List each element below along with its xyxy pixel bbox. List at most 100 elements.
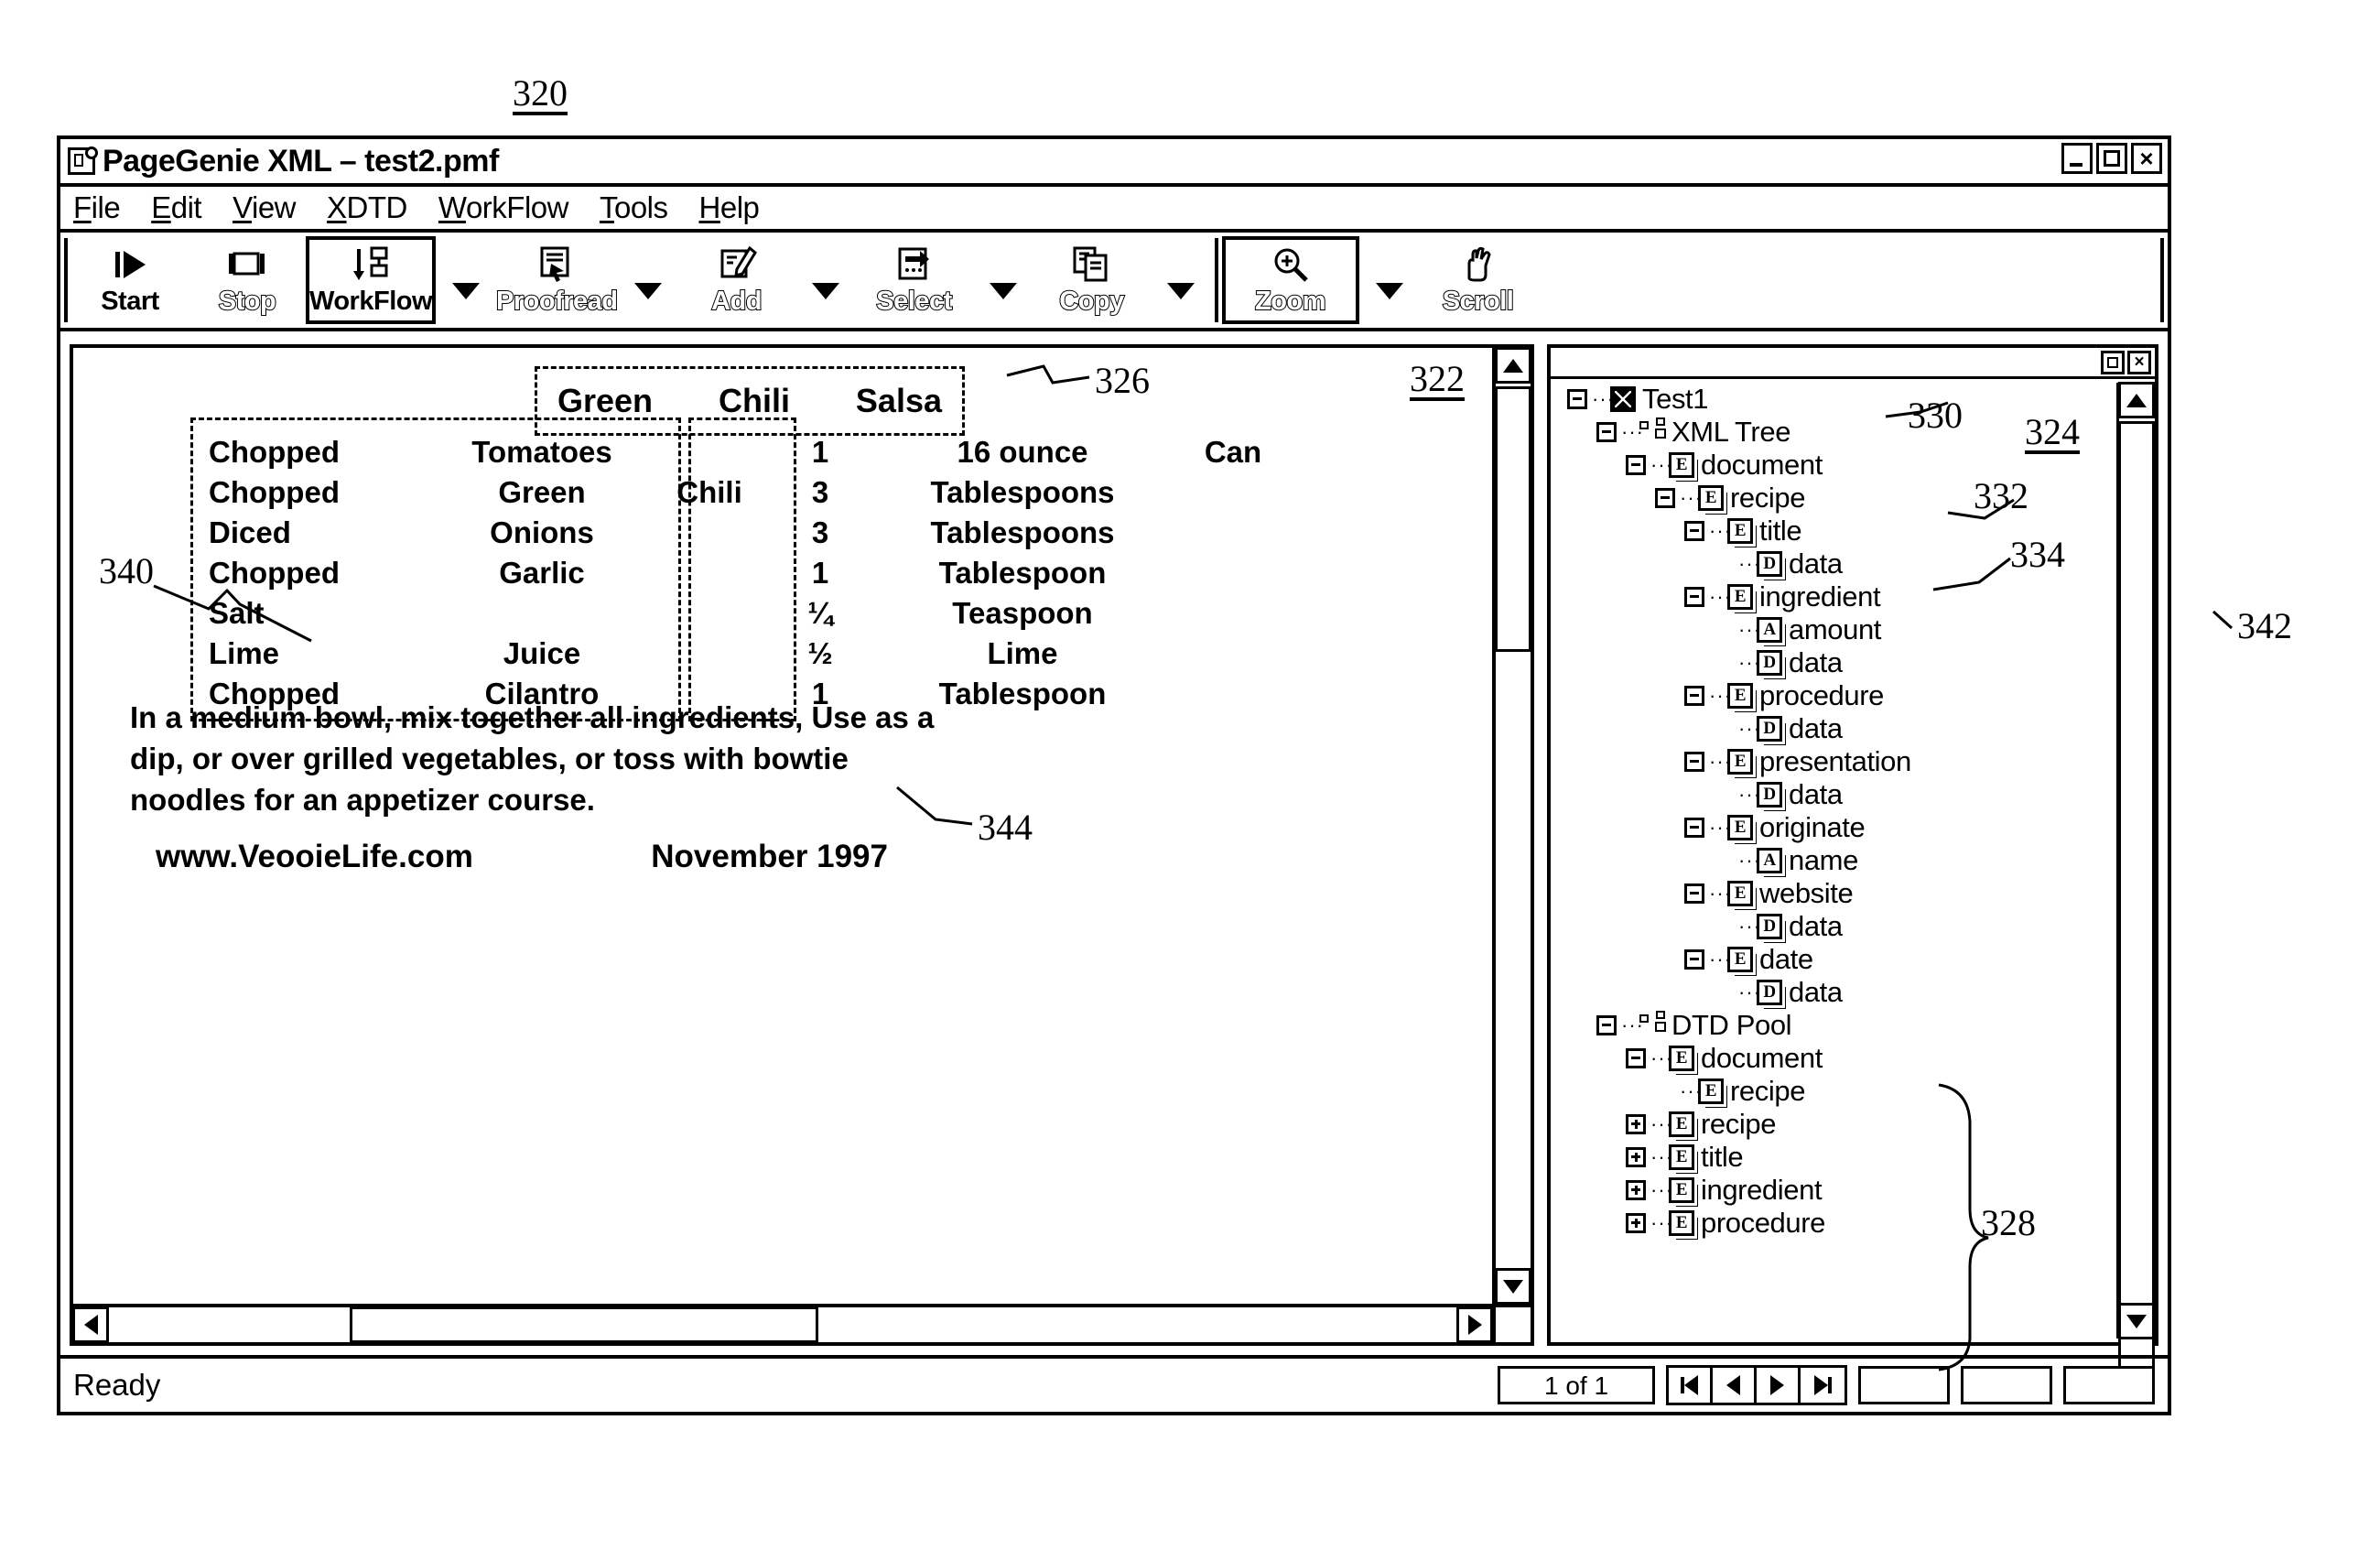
scroll-right-button[interactable] xyxy=(1456,1306,1493,1343)
tree-node[interactable]: ··· Ddata xyxy=(1554,778,2113,811)
tree-node[interactable]: ··· Eoriginate xyxy=(1554,811,2113,844)
tree-dotted-connector: ··· xyxy=(1709,519,1732,542)
collapse-node-button[interactable] xyxy=(1567,389,1587,409)
table-row[interactable]: Diced Onions 3 Tablespoons xyxy=(209,513,1293,553)
element-icon: E xyxy=(1727,815,1753,840)
tree-node[interactable]: ··· Erecipe xyxy=(1554,1075,2113,1108)
collapse-node-button[interactable] xyxy=(1684,686,1704,706)
toolbar-button-select[interactable]: Select xyxy=(856,236,973,324)
close-button[interactable]: × xyxy=(2131,143,2162,174)
table-row[interactable]: Salt ¼ Teaspoon xyxy=(209,593,1293,634)
tree-node[interactable]: ··· Erecipe xyxy=(1554,482,2113,515)
tree-close-button[interactable]: × xyxy=(2127,351,2151,374)
toolbar-button-scroll[interactable]: Scroll xyxy=(1420,236,1537,324)
tree-connector xyxy=(1714,653,1734,673)
chevron-down-icon xyxy=(2126,1314,2147,1328)
menu-item-tools[interactable]: Tools xyxy=(600,190,668,225)
expand-node-button[interactable] xyxy=(1626,1180,1646,1200)
tree-vertical-scroll-thumb[interactable] xyxy=(2118,421,2155,1373)
tree-node[interactable]: ··· Edocument xyxy=(1554,1042,2113,1075)
tree-node[interactable]: ··· Etitle xyxy=(1554,1141,2113,1174)
tree-node[interactable]: ··· Ddata xyxy=(1554,976,2113,1009)
collapse-node-button[interactable] xyxy=(1596,422,1617,442)
ingredient-unit: Lime xyxy=(987,636,1058,670)
toolbar-button-proofread[interactable]: Proofread xyxy=(495,236,619,324)
copy-dropdown-caret[interactable] xyxy=(1166,283,1195,299)
menu-item-view[interactable]: View xyxy=(233,190,296,225)
toolbar-button-add[interactable]: Add xyxy=(678,236,795,324)
scroll-up-button[interactable] xyxy=(1495,347,1531,384)
proofread-dropdown-caret[interactable] xyxy=(633,283,662,299)
minimize-button[interactable] xyxy=(2061,143,2093,174)
collapse-node-button[interactable] xyxy=(1626,1048,1646,1068)
menu-item-workflow[interactable]: WorkFlow xyxy=(438,190,569,225)
expand-node-button[interactable] xyxy=(1626,1114,1646,1134)
collapse-node-button[interactable] xyxy=(1684,587,1704,607)
table-row[interactable]: Chopped Tomatoes 1 16 ounce Can xyxy=(209,432,1293,472)
tree-node[interactable]: ··· Epresentation xyxy=(1554,745,2113,778)
expand-node-button[interactable] xyxy=(1626,1213,1646,1233)
document-vertical-scroll-thumb[interactable] xyxy=(1495,386,1531,652)
expand-node-button[interactable] xyxy=(1626,1147,1646,1167)
tree-node[interactable]: ··· DTD Pool xyxy=(1554,1009,2113,1042)
scroll-left-button[interactable] xyxy=(72,1306,109,1343)
collapse-node-button[interactable] xyxy=(1684,752,1704,772)
tree-node[interactable]: ··· Ddata xyxy=(1554,646,2113,679)
menu-item-edit[interactable]: Edit xyxy=(151,190,201,225)
document-vertical-scrollbar[interactable] xyxy=(1492,347,1531,1305)
tree-scroll-down-button[interactable] xyxy=(2118,1303,2155,1339)
recipe-procedure-text[interactable]: In a medium bowl, mix together all ingre… xyxy=(130,698,936,821)
menu-item-help[interactable]: Help xyxy=(699,190,760,225)
document-horizontal-scrollbar[interactable] xyxy=(72,1304,1493,1343)
zoom-dropdown-caret[interactable] xyxy=(1375,283,1403,299)
next-page-button[interactable] xyxy=(1757,1368,1801,1403)
element-icon: E xyxy=(1727,584,1753,610)
document-horizontal-scroll-thumb[interactable] xyxy=(350,1306,818,1343)
toolbar-button-start[interactable]: Start xyxy=(71,236,189,324)
previous-page-button[interactable] xyxy=(1713,1368,1757,1403)
tree-scroll-up-button[interactable] xyxy=(2118,382,2155,418)
tree-view[interactable]: ··· Test1 ··· XML Tree ··· Edocument ··· Erecip… xyxy=(1554,383,2113,1339)
collapse-node-button[interactable] xyxy=(1626,455,1646,475)
tree-node[interactable]: ··· Edate xyxy=(1554,943,2113,976)
menu-item-file[interactable]: File xyxy=(73,190,121,225)
table-row[interactable]: Chopped Green Chili 3 Tablespoons xyxy=(209,472,1293,513)
table-row[interactable]: Lime Juice ½ Lime xyxy=(209,634,1293,674)
toolbar-label-start: Start xyxy=(101,286,159,316)
tree-node[interactable]: ··· Eingredient xyxy=(1554,580,2113,613)
collapse-node-button[interactable] xyxy=(1684,949,1704,970)
tree-node-label: data xyxy=(1789,712,1843,744)
collapse-node-button[interactable] xyxy=(1684,883,1704,904)
first-page-button[interactable] xyxy=(1669,1368,1713,1403)
last-page-button[interactable] xyxy=(1801,1368,1844,1403)
tree-node[interactable]: ··· Erecipe xyxy=(1554,1108,2113,1141)
collapse-node-button[interactable] xyxy=(1684,521,1704,541)
select-dropdown-caret[interactable] xyxy=(989,283,1017,299)
ingredient-qty: 1 xyxy=(811,435,829,469)
tree-restore-button[interactable] xyxy=(2101,351,2125,374)
tree-vertical-scrollbar[interactable] xyxy=(2116,382,2155,1373)
collapse-node-button[interactable] xyxy=(1655,488,1675,508)
workflow-dropdown-caret[interactable] xyxy=(452,283,481,299)
tree-node[interactable]: ··· Edocument xyxy=(1554,449,2113,482)
maximize-button[interactable] xyxy=(2096,143,2127,174)
tree-node[interactable]: ··· Eprocedure xyxy=(1554,679,2113,712)
toolbar-button-copy[interactable]: Copy xyxy=(1033,236,1151,324)
collapse-node-button[interactable] xyxy=(1596,1015,1617,1035)
tree-node[interactable]: ··· Aname xyxy=(1554,844,2113,877)
document-canvas[interactable]: Green Chili Salsa Chopped Tomatoes 1 16 … xyxy=(73,348,1492,1304)
table-row[interactable]: Chopped Garlic 1 Tablespoon xyxy=(209,553,1293,593)
collapse-node-button[interactable] xyxy=(1684,818,1704,838)
tree-node[interactable]: ··· Aamount xyxy=(1554,613,2113,646)
scroll-down-button[interactable] xyxy=(1495,1268,1531,1305)
website-text[interactable]: www.VeooieLife.com xyxy=(156,839,473,875)
add-dropdown-caret[interactable] xyxy=(811,283,839,299)
toolbar-button-zoom[interactable]: Zoom xyxy=(1221,236,1359,324)
tree-node[interactable]: ··· Ddata xyxy=(1554,910,2113,943)
toolbar-button-workflow[interactable]: WorkFlow xyxy=(306,236,437,324)
toolbar-button-stop[interactable]: Stop xyxy=(189,236,306,324)
menu-item-xdtd[interactable]: XDTD xyxy=(327,190,407,225)
tree-node[interactable]: ··· Ewebsite xyxy=(1554,877,2113,910)
tree-node-label: Test1 xyxy=(1642,383,1709,415)
tree-node[interactable]: ··· Ddata xyxy=(1554,712,2113,745)
